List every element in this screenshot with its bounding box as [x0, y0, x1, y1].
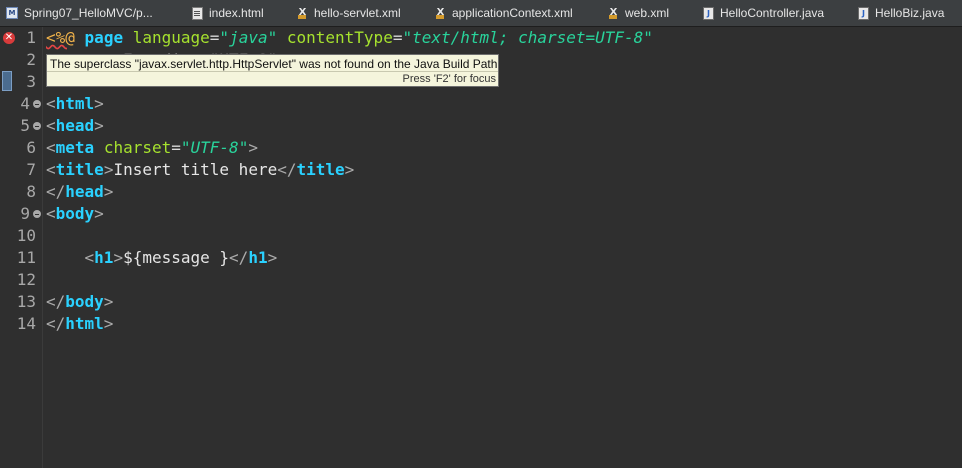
- element-text: ${message }: [123, 248, 230, 267]
- attribute-name: contentType: [286, 28, 393, 47]
- line-number: 14: [16, 314, 36, 333]
- java-file-icon: J: [858, 6, 869, 20]
- fold-toggle-icon[interactable]: [33, 210, 41, 218]
- code-line-5: <head>: [46, 116, 104, 135]
- line-number: 7: [26, 160, 36, 179]
- code-line-4: <html>: [46, 94, 104, 113]
- tag-name: body: [55, 204, 95, 223]
- code-line-13: </body>: [46, 292, 114, 311]
- tag-name: title: [296, 160, 345, 179]
- error-hover-tooltip[interactable]: The superclass "javax.servlet.http.HttpS…: [46, 54, 499, 87]
- tab-hello-controller-java[interactable]: J HelloController.java: [703, 0, 824, 26]
- editor-tab-bar: M Spring07_HelloMVC/p... index.html X he…: [0, 0, 962, 27]
- xml-file-icon: X: [298, 7, 307, 19]
- tooltip-focus-hint: Press 'F2' for focus: [47, 71, 498, 87]
- tag-name: title: [55, 160, 104, 179]
- tab-hello-biz-java[interactable]: J HelloBiz.java: [858, 0, 944, 26]
- tab-application-context-xml[interactable]: X applicationContext.xml: [435, 0, 573, 26]
- code-line-14: </html>: [46, 314, 114, 333]
- tab-label: Spring07_HelloMVC/p...: [24, 6, 153, 20]
- code-line-1: <%@ page language="java" contentType="te…: [46, 28, 653, 47]
- code-line-8: </head>: [46, 182, 114, 201]
- tooltip-message: The superclass "javax.servlet.http.HttpS…: [50, 57, 498, 71]
- line-number-gutter: ✕ 1 2 3 4 5 6 7 8 9 10 11 12 13 14: [0, 27, 43, 468]
- tag-name: meta: [55, 138, 95, 157]
- attribute-name: language: [132, 28, 210, 47]
- tag-name: html: [55, 94, 95, 113]
- tag-name: head: [65, 182, 104, 201]
- line-number: 8: [26, 182, 36, 201]
- tag-name: body: [65, 292, 104, 311]
- line-number: 4: [20, 94, 30, 113]
- tab-label: web.xml: [625, 6, 670, 20]
- tab-label: hello-servlet.xml: [314, 6, 401, 20]
- line-number: 12: [16, 270, 36, 289]
- tab-web-xml[interactable]: X web.xml: [608, 0, 669, 26]
- tab-label: applicationContext.xml: [452, 6, 573, 20]
- html-file-icon: [192, 6, 203, 20]
- jsp-directive: <%@: [46, 28, 75, 47]
- tag-name: h1: [248, 248, 268, 267]
- maven-file-icon: M: [6, 7, 18, 19]
- line-number: 2: [26, 50, 36, 69]
- code-line-11: <h1>${message }</h1>: [84, 248, 278, 267]
- tab-pom[interactable]: M Spring07_HelloMVC/p...: [6, 0, 153, 26]
- tab-hello-servlet-xml[interactable]: X hello-servlet.xml: [297, 0, 401, 26]
- tab-label: HelloController.java: [720, 6, 825, 20]
- element-text: Insert title here: [113, 160, 278, 179]
- attribute-value: "UTF-8": [180, 138, 249, 157]
- tag-name: h1: [94, 248, 114, 267]
- fold-toggle-icon[interactable]: [33, 122, 41, 130]
- line-number: 13: [16, 292, 36, 311]
- fold-toggle-icon[interactable]: [33, 100, 41, 108]
- code-area[interactable]: <%@ page language="java" contentType="te…: [46, 27, 962, 468]
- code-editor[interactable]: ✕ 1 2 3 4 5 6 7 8 9 10 11 12 13 14 <%@ p…: [0, 27, 962, 468]
- code-line-9: <body>: [46, 204, 104, 223]
- line-number: 3: [26, 72, 36, 91]
- attribute-value: "java": [219, 28, 278, 47]
- line-number: 11: [16, 248, 36, 267]
- java-file-icon: J: [703, 6, 714, 20]
- line-number: 10: [16, 226, 36, 245]
- directive-keyword: page: [84, 28, 124, 47]
- xml-file-icon: X: [609, 7, 618, 19]
- line-number: 1: [26, 28, 36, 47]
- xml-file-icon: X: [436, 7, 445, 19]
- line-number: 9: [20, 204, 30, 223]
- code-line-7: <title>Insert title here</title>: [46, 160, 355, 179]
- tab-label: HelloBiz.java: [875, 6, 945, 20]
- tab-label: index.html: [209, 6, 264, 20]
- code-line-6: <meta charset="UTF-8">: [46, 138, 258, 157]
- tab-index-html[interactable]: index.html: [192, 0, 264, 26]
- line-number: 5: [20, 116, 30, 135]
- attribute-name: charset: [103, 138, 172, 157]
- tag-name: head: [55, 116, 95, 135]
- tag-name: html: [65, 314, 104, 333]
- attribute-value: "text/html; charset=UTF-8": [402, 28, 653, 47]
- line-number: 6: [26, 138, 36, 157]
